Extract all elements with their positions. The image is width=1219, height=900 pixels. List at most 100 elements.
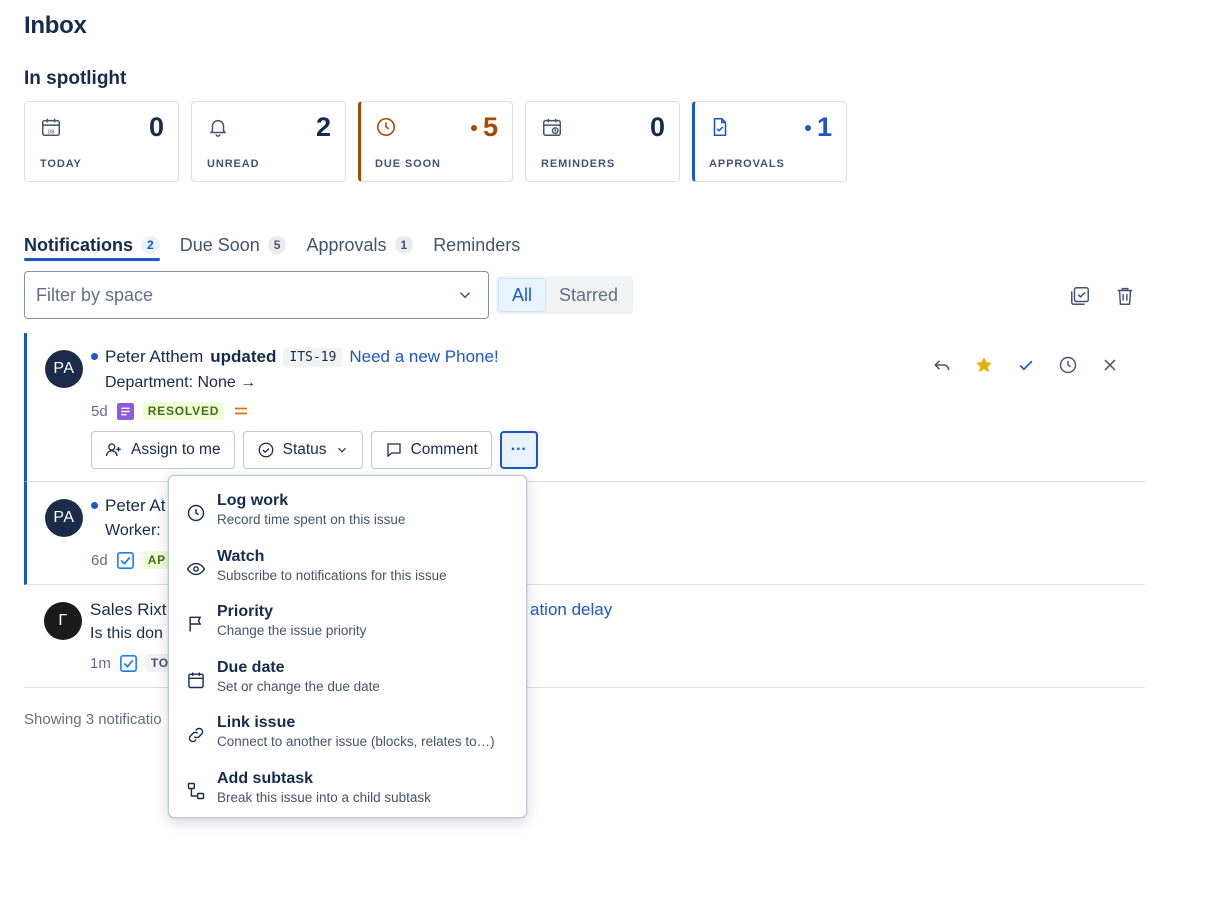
button-label: Status bbox=[282, 441, 327, 458]
more-actions-menu: Log work Record time spent on this issue … bbox=[168, 475, 527, 818]
card-label: UNREAD bbox=[207, 158, 260, 170]
mark-all-read-icon[interactable] bbox=[1069, 285, 1091, 307]
flag-icon bbox=[186, 614, 206, 634]
avatar: PA bbox=[45, 350, 83, 388]
tab-label: Approvals bbox=[306, 234, 387, 255]
task-checkbox-icon bbox=[116, 551, 134, 569]
menu-item-title: Due date bbox=[217, 658, 285, 676]
tab-label: Due Soon bbox=[179, 234, 260, 255]
tab-notifications[interactable]: Notifications 2 bbox=[24, 229, 160, 261]
menu-item-desc: Change the issue priority bbox=[217, 623, 367, 638]
all-starred-toggle: All Starred bbox=[496, 276, 634, 314]
add-user-icon bbox=[105, 441, 123, 459]
actor-name[interactable]: Sales Rixt bbox=[90, 600, 167, 620]
task-checkbox-icon bbox=[119, 654, 137, 672]
subtask-icon bbox=[186, 781, 206, 801]
menu-item-log-work[interactable]: Log work Record time spent on this issue bbox=[169, 486, 526, 542]
actor-name[interactable]: Peter At bbox=[105, 496, 165, 516]
card-due-soon[interactable]: 5 DUE SOON bbox=[358, 101, 513, 182]
menu-item-desc: Set or change the due date bbox=[217, 678, 380, 694]
card-approvals[interactable]: 1 APPROVALS bbox=[692, 101, 847, 182]
age: 1m bbox=[90, 654, 111, 672]
segment-starred[interactable]: Starred bbox=[546, 278, 631, 312]
notification-headline: Peter At bbox=[105, 496, 165, 516]
notification-meta: 1m TO bbox=[90, 654, 174, 672]
menu-item-add-subtask[interactable]: Add subtask Break this issue into a child… bbox=[169, 764, 526, 820]
assign-to-me-button[interactable]: Assign to me bbox=[91, 431, 235, 469]
action-verb: updated bbox=[210, 347, 277, 366]
link-icon bbox=[186, 725, 206, 745]
clock-icon bbox=[375, 116, 397, 138]
filter-by-space-select[interactable]: Filter by space bbox=[24, 271, 489, 319]
indicator-dot bbox=[470, 124, 477, 131]
issue-key[interactable]: ITS-19 bbox=[283, 347, 343, 367]
menu-item-priority[interactable]: Priority Change the issue priority bbox=[169, 597, 526, 653]
star-icon[interactable] bbox=[974, 355, 994, 375]
issue-title-link[interactable]: ation delay bbox=[530, 600, 612, 620]
chevron-down-icon bbox=[335, 443, 349, 457]
avatar: PA bbox=[45, 499, 83, 537]
status-button[interactable]: Status bbox=[242, 431, 363, 469]
avatar: Γ bbox=[44, 602, 82, 640]
close-icon[interactable] bbox=[1100, 355, 1120, 375]
indicator-dot bbox=[804, 124, 811, 131]
notification-actions: Assign to me Status Comment ··· bbox=[91, 431, 538, 469]
button-label: Comment bbox=[410, 441, 478, 458]
calendar-icon bbox=[186, 670, 206, 690]
notification-headline: Peter Atthem updated ITS-19 Need a new P… bbox=[105, 347, 499, 367]
filter-placeholder: Filter by space bbox=[36, 284, 154, 305]
spotlight-title: In spotlight bbox=[24, 68, 127, 89]
status-lozenge: RESOLVED bbox=[142, 402, 225, 420]
card-today[interactable]: 08 0 TODAY bbox=[24, 101, 179, 182]
notification-item[interactable]: PA Peter Atthem updated ITS-19 Need a ne… bbox=[24, 333, 1145, 482]
change-detail: Department: None → bbox=[105, 374, 257, 391]
card-count: 2 bbox=[315, 112, 331, 142]
menu-item-link-issue[interactable]: Link issue Connect to another issue (bloc… bbox=[169, 708, 526, 764]
tab-badge: 1 bbox=[394, 236, 414, 254]
tab-reminders[interactable]: Reminders bbox=[433, 229, 520, 261]
menu-item-title: Priority bbox=[217, 603, 274, 620]
actor-name[interactable]: Peter Atthem bbox=[105, 347, 203, 367]
notification-meta: 5d RESOLVED bbox=[91, 402, 249, 420]
segment-all[interactable]: All bbox=[498, 278, 547, 312]
menu-item-desc: Subscribe to notifications for this issu… bbox=[217, 567, 447, 583]
tab-due-soon[interactable]: Due Soon 5 bbox=[180, 229, 287, 261]
change-detail: Worker: bbox=[105, 522, 161, 539]
trash-icon[interactable] bbox=[1114, 285, 1136, 307]
card-count: 0 bbox=[148, 112, 164, 142]
card-reminders[interactable]: 0 REMINDERS bbox=[525, 101, 680, 182]
check-icon[interactable] bbox=[1016, 355, 1036, 375]
change-detail: Is this don bbox=[90, 625, 163, 642]
snooze-clock-icon[interactable] bbox=[1058, 355, 1078, 375]
card-label: REMINDERS bbox=[541, 158, 616, 170]
tab-label: Reminders bbox=[433, 234, 521, 255]
card-count: 1 bbox=[804, 112, 832, 143]
menu-item-due-date[interactable]: Due date Set or change the due date bbox=[169, 653, 526, 709]
notification-meta: 6d AP bbox=[91, 551, 171, 569]
card-label: DUE SOON bbox=[375, 158, 441, 170]
unread-dot bbox=[91, 353, 98, 360]
age: 6d bbox=[91, 551, 108, 569]
menu-item-title: Add subtask bbox=[217, 769, 314, 787]
menu-item-desc: Break this issue into a child subtask bbox=[217, 789, 431, 805]
chevron-down-icon bbox=[456, 286, 474, 304]
more-actions-button[interactable]: ··· bbox=[499, 431, 538, 469]
tab-approvals[interactable]: Approvals 1 bbox=[306, 229, 414, 261]
task-type-icon bbox=[116, 402, 134, 420]
clock-icon bbox=[186, 503, 206, 523]
issue-title-link[interactable]: Need a new Phone! bbox=[349, 347, 498, 367]
spotlight-cards: 08 0 TODAY 2 UNREAD 5 DUE SOON 0 REMINDE… bbox=[24, 101, 847, 182]
card-unread[interactable]: 2 UNREAD bbox=[191, 101, 346, 182]
menu-item-title: Log work bbox=[217, 492, 289, 509]
menu-item-desc: Record time spent on this issue bbox=[217, 512, 406, 527]
menu-item-watch[interactable]: Watch Subscribe to notifications for this… bbox=[169, 542, 526, 598]
tab-bar: Notifications 2 Due Soon 5 Approvals 1 R… bbox=[24, 229, 520, 261]
tab-badge: 2 bbox=[141, 236, 160, 254]
eye-icon bbox=[186, 559, 206, 579]
issue-title-text: ation delay bbox=[530, 600, 613, 619]
menu-item-title: Link issue bbox=[217, 714, 296, 731]
status-check-icon bbox=[257, 441, 275, 459]
reply-icon[interactable] bbox=[932, 355, 952, 375]
comment-button[interactable]: Comment bbox=[370, 431, 492, 469]
document-check-icon bbox=[709, 116, 731, 138]
